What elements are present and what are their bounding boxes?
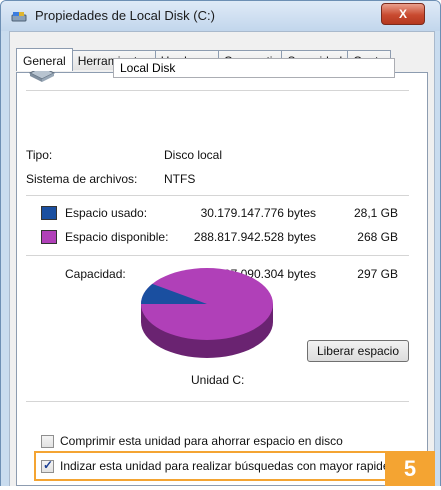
- compress-checkbox[interactable]: [41, 435, 54, 448]
- properties-window: Propiedades de Local Disk (C:) X General…: [0, 0, 441, 490]
- separator: [26, 255, 409, 257]
- compress-label[interactable]: Comprimir esta unidad para ahorrar espac…: [60, 434, 343, 448]
- used-space-size: 28,1 GB: [353, 206, 398, 220]
- used-space-label: Espacio usado:: [65, 206, 148, 220]
- window-title: Propiedades de Local Disk (C:): [35, 8, 215, 23]
- step-badge: 5: [385, 451, 435, 487]
- free-space-size: 268 GB: [357, 230, 398, 244]
- used-space-swatch: [41, 206, 57, 220]
- free-space-bytes: 288.817.942.528 bytes: [193, 230, 316, 244]
- free-space-swatch: [41, 230, 57, 244]
- unit-label: Unidad C:: [191, 373, 245, 387]
- tipo-value: Disco local: [164, 148, 223, 162]
- capacity-size: 297 GB: [357, 267, 398, 281]
- separator: [26, 90, 409, 92]
- highlight-frame: [34, 451, 435, 481]
- fs-value: NTFS: [164, 172, 196, 186]
- drive-name-input[interactable]: [113, 58, 395, 78]
- free-space-label: Espacio disponible:: [65, 230, 169, 244]
- tipo-label: Tipo:: [26, 148, 53, 162]
- dialog-body: General Herramientas Hardware Compartir …: [9, 31, 435, 489]
- liberar-espacio-button[interactable]: Liberar espacio: [307, 340, 409, 362]
- used-space-bytes: 30.179.147.776 bytes: [200, 206, 316, 220]
- capacity-label: Capacidad:: [65, 267, 126, 281]
- separator: [26, 195, 409, 197]
- title-bar[interactable]: Propiedades de Local Disk (C:) X: [1, 1, 440, 31]
- close-button[interactable]: X: [381, 3, 425, 25]
- tab-general[interactable]: General: [16, 48, 73, 71]
- separator: [26, 401, 409, 403]
- bottom-margin: [0, 486, 441, 490]
- drive-app-icon: [11, 12, 27, 22]
- disk-usage-pie-chart: [141, 268, 273, 358]
- fs-label: Sistema de archivos:: [26, 172, 138, 186]
